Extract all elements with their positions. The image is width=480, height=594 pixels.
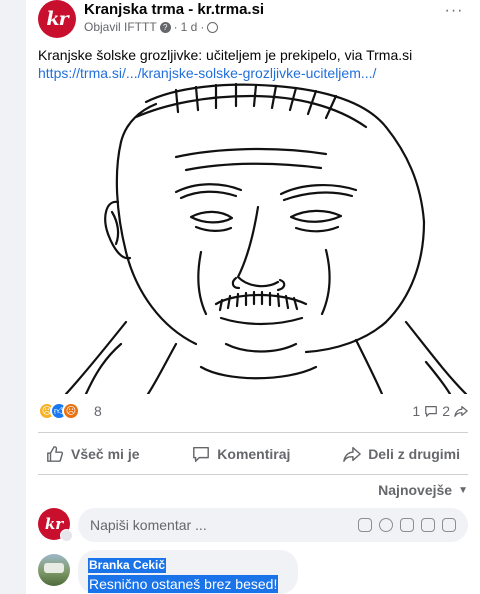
published-by-label: Objavil IFTTT [84,20,157,34]
comment-text: Resnično ostaneš brez besed! [88,575,279,593]
commenter-avatar[interactable] [38,554,70,586]
divider [38,432,468,433]
page-avatar[interactable]: kr [38,0,76,38]
post-text: Kranjske šolske grozljivke: učiteljem je… [38,47,413,63]
share-label: Deli z drugimi [368,446,460,462]
composer-avatar[interactable]: kr [38,508,73,542]
commenter-name[interactable]: Branka Cekič [88,558,167,573]
comment-composer: kr Napiši komentar ... [38,508,468,542]
comment-label: Komentiraj [217,446,291,462]
post-timestamp[interactable]: 1 d [181,20,198,34]
account-switch-icon[interactable] [60,529,73,542]
post-meta: Objavil IFTTT ? · 1 d · [84,20,219,34]
engagement-counts: 1 2 [412,403,468,419]
share-icon [343,446,362,462]
post-actions: Všeč mi je Komentiraj Deli z drugimi [38,436,468,472]
like-label: Všeč mi je [71,446,140,462]
comment-button[interactable]: Komentiraj [184,445,298,463]
post-header: kr Kranjska trma - kr.trma.si Objavil IF… [38,0,468,40]
portrait-drawing-icon [64,82,468,394]
composer-avatar-text: kr [44,515,64,533]
facebook-post: kr Kranjska trma - kr.trma.si Objavil IF… [26,0,480,594]
meta-separator: · [200,20,205,34]
composer-tools [358,518,456,532]
thumbs-up-icon [47,446,64,462]
globe-icon [207,21,219,33]
angry-reaction-icon: ☹ [62,402,80,420]
share-arrow-icon [454,406,468,417]
comment-bubble: Branka Cekič Resnično ostaneš brez besed… [78,550,298,594]
meta-separator: · [173,20,178,34]
reaction-count[interactable]: 8 [94,403,102,419]
more-options-button[interactable]: ··· [440,0,468,28]
comment-input[interactable]: Napiši komentar ... [78,508,468,542]
shares-count[interactable]: 2 [442,403,450,419]
sort-label: Najnovejše [378,482,453,498]
camera-icon[interactable] [400,518,414,532]
sticker-icon[interactable] [442,518,456,532]
comment-item: Branka Cekič Resnično ostaneš brez besed… [38,550,468,594]
post-image[interactable] [26,82,480,394]
comment-icon [193,446,210,462]
post-link[interactable]: https://trma.si/.../kranjske-solske-groz… [38,64,468,82]
chevron-down-icon: ▼ [458,484,468,496]
emoji-icon[interactable] [379,518,393,532]
like-button[interactable]: Všeč mi je [38,445,148,463]
comments-count[interactable]: 1 [412,403,420,419]
page-name-link[interactable]: Kranjska trma - kr.trma.si [84,1,264,18]
info-icon[interactable]: ? [159,21,171,33]
reaction-icons[interactable]: ☹ 👍︎ ☹ [38,402,80,420]
comment-bubble-icon [425,406,438,417]
comment-sort-dropdown[interactable]: Najnovejše ▼ [378,482,468,498]
reactions-row: ☹ 👍︎ ☹ 8 1 2 [38,400,468,424]
divider [38,474,468,475]
share-button[interactable]: Deli z drugimi [335,445,468,463]
avatar-sticker-icon[interactable] [358,518,372,532]
gif-icon[interactable] [421,518,435,532]
comment-placeholder: Napiši komentar ... [90,517,207,533]
